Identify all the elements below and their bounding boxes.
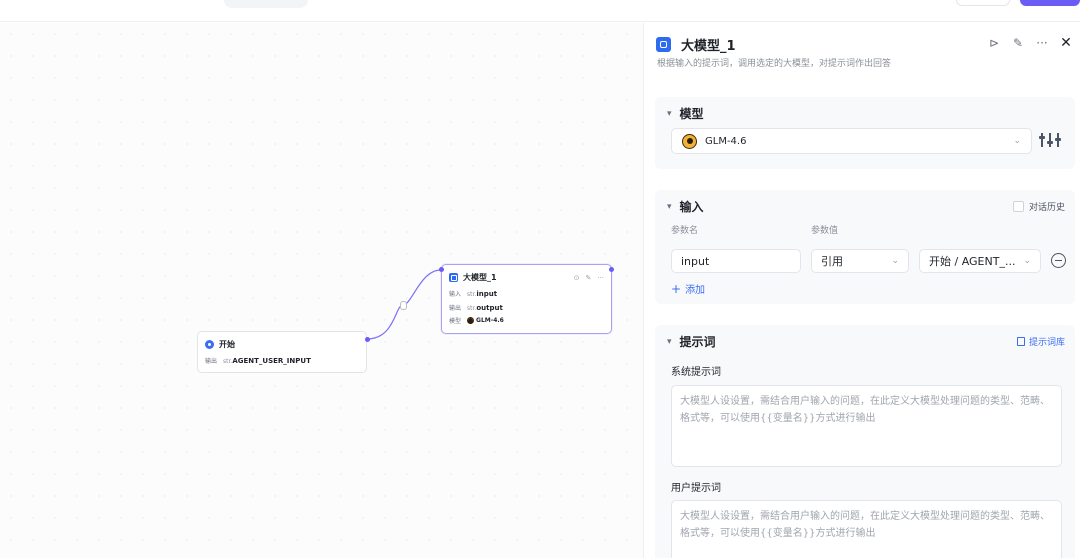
param-name-header: 参数名 xyxy=(671,226,699,236)
chevron-down-icon: ⌄ xyxy=(891,256,899,266)
model-settings-icon[interactable] xyxy=(1039,131,1061,149)
model-select[interactable]: GLM-4.6 ⌄ xyxy=(671,128,1032,154)
chevron-down-icon[interactable]: ▾ xyxy=(667,202,672,212)
param-value-header: 参数值 xyxy=(811,226,839,236)
panel-description: 根据输入的提示词，调用选定的大模型，对提示词作出回答 xyxy=(657,59,892,69)
system-prompt-label: 系统提示词 xyxy=(671,367,721,378)
toolbar-secondary-button[interactable] xyxy=(956,0,1010,6)
start-node-output-label: 输出 xyxy=(205,358,218,365)
toolbar-primary-button[interactable] xyxy=(1020,0,1080,6)
param-name-input[interactable]: input xyxy=(671,249,801,273)
add-param-button[interactable]: + 添加 xyxy=(671,281,706,297)
remove-param-icon[interactable] xyxy=(1051,253,1066,268)
value-type-select[interactable]: 引用 ⌄ xyxy=(811,249,909,273)
llm-node-model-label: 模型 xyxy=(449,318,462,325)
plus-icon: + xyxy=(671,281,682,296)
prompt-section-title[interactable]: 提示词 xyxy=(680,333,716,350)
llm-node-icon xyxy=(656,37,671,52)
llm-node-input-type: str. xyxy=(467,290,477,298)
value-ref: 开始 / AGENT_... xyxy=(929,255,1016,268)
llm-node-input-name: input xyxy=(476,289,498,298)
llm-node[interactable]: 大模型_1 ⊙ ✎ ··· 输入 str.input 输出 str.output… xyxy=(441,264,612,334)
history-label: 对话历史 xyxy=(1028,203,1065,213)
start-node-icon xyxy=(205,340,214,349)
llm-node-title: 大模型_1 xyxy=(463,273,497,282)
glm-model-icon xyxy=(467,317,475,324)
start-node-output-port[interactable] xyxy=(365,337,370,342)
panel-title[interactable]: 大模型_1 xyxy=(681,35,736,54)
run-icon[interactable]: ⊙ xyxy=(574,274,580,282)
user-prompt-textarea[interactable]: 大模型人设设置，需结合用户输入的问题，在此定义大模型处理问题的类型、范畴、格式等… xyxy=(671,500,1062,558)
prompt-library-label: 提示词库 xyxy=(1028,338,1065,348)
prompt-section: ▾ 提示词 提示词库 系统提示词 大模型人设设置，需结合用户输入的问题，在此定义… xyxy=(655,325,1075,558)
add-param-label: 添加 xyxy=(685,285,706,296)
toolbar-tab[interactable] xyxy=(224,0,308,8)
llm-node-output-label: 输出 xyxy=(449,305,462,312)
run-icon[interactable]: ⊳ xyxy=(987,36,1001,50)
prompt-library-link[interactable]: 提示词库 xyxy=(1016,335,1065,348)
book-icon xyxy=(1016,337,1025,346)
node-config-panel: 大模型_1 根据输入的提示词，调用选定的大模型，对提示词作出回答 ⊳ ✎ ···… xyxy=(643,23,1080,558)
close-icon[interactable]: ✕ xyxy=(1059,35,1073,51)
value-type: 引用 xyxy=(821,255,843,268)
user-prompt-placeholder: 大模型人设设置，需结合用户输入的问题，在此定义大模型处理问题的类型、范畴、格式等… xyxy=(680,511,1050,539)
chevron-down-icon: ⌄ xyxy=(1023,256,1031,266)
user-prompt-label: 用户提示词 xyxy=(671,483,721,494)
llm-node-output-name: output xyxy=(476,303,503,312)
edit-icon[interactable]: ✎ xyxy=(585,274,591,282)
llm-node-input-label: 输入 xyxy=(449,291,462,298)
value-ref-select[interactable]: 开始 / AGENT_... ⌄ xyxy=(919,249,1041,273)
start-node-output-name: AGENT_USER_INPUT xyxy=(232,356,311,365)
system-prompt-textarea[interactable]: 大模型人设设置，需结合用户输入的问题，在此定义大模型处理问题的类型、范畴、格式等… xyxy=(671,385,1062,467)
history-toggle[interactable]: 对话历史 xyxy=(1012,200,1065,213)
more-icon[interactable]: ··· xyxy=(597,274,604,282)
llm-node-model-name: GLM-4.6 xyxy=(476,317,504,324)
llm-node-icon xyxy=(449,273,458,282)
more-icon[interactable]: ··· xyxy=(1035,36,1049,50)
chevron-down-icon[interactable]: ▾ xyxy=(667,109,672,119)
system-prompt-placeholder: 大模型人设设置，需结合用户输入的问题，在此定义大模型处理问题的类型、范畴、格式等… xyxy=(680,396,1050,424)
param-name-value: input xyxy=(681,254,710,268)
llm-node-input-port[interactable] xyxy=(439,267,444,272)
panel-header: 大模型_1 根据输入的提示词，调用选定的大模型，对提示词作出回答 ⊳ ✎ ···… xyxy=(644,23,1080,93)
start-node-output-type: str. xyxy=(223,357,233,365)
chevron-down-icon: ⌄ xyxy=(1013,136,1021,146)
input-section: ▾ 输入 对话历史 参数名 参数值 input 引用 ⌄ 开始 / AGENT_… xyxy=(655,190,1075,304)
chevron-down-icon[interactable]: ▾ xyxy=(667,337,672,347)
history-checkbox[interactable] xyxy=(1012,201,1024,212)
edge-handle[interactable] xyxy=(400,301,407,310)
model-section-title[interactable]: 模型 xyxy=(680,105,704,122)
selected-model: GLM-4.6 xyxy=(705,135,747,147)
input-section-title[interactable]: 输入 xyxy=(680,198,704,215)
llm-node-output-port[interactable] xyxy=(609,267,614,272)
start-node[interactable]: 开始 输出 str.AGENT_USER_INPUT xyxy=(197,331,367,373)
glm-model-icon xyxy=(682,133,697,149)
model-section: ▾ 模型 GLM-4.6 ⌄ xyxy=(655,97,1075,169)
llm-node-output-type: str. xyxy=(467,304,477,312)
start-node-title: 开始 xyxy=(219,340,235,349)
top-toolbar xyxy=(0,0,1080,22)
edit-icon[interactable]: ✎ xyxy=(1011,36,1025,50)
